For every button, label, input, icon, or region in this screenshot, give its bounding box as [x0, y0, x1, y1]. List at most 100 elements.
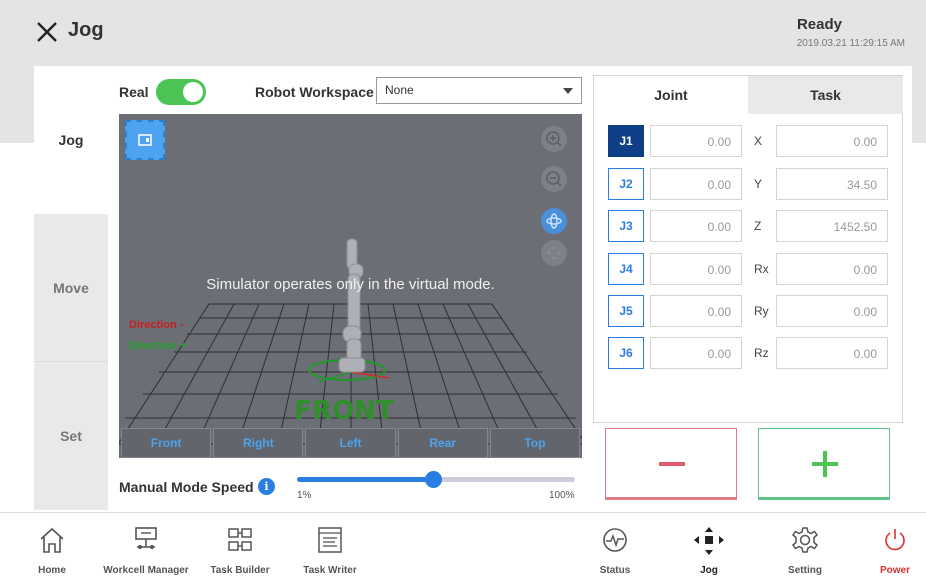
speed-max-label: 100%: [549, 490, 575, 501]
speed-min-label: 1%: [297, 490, 312, 501]
side-tab-move[interactable]: Move: [34, 214, 108, 362]
direction-minus-label: Direction -: [129, 319, 184, 331]
view-front-button[interactable]: Front: [121, 428, 212, 458]
zoom-in-button[interactable]: [541, 126, 567, 152]
task-y-value: 34.50: [776, 168, 888, 200]
close-button[interactable]: [36, 21, 58, 43]
nav-label: Setting: [788, 565, 822, 576]
side-tab-set[interactable]: Set: [34, 362, 108, 510]
jog-minus-button[interactable]: [605, 428, 737, 500]
workspace-select[interactable]: None: [376, 77, 582, 104]
nav-workcell-manager[interactable]: Workcell Manager: [96, 513, 196, 580]
joint-task-panel: Joint Task J1 0.00 X 0.00 J2 0.00 Y 34.5…: [593, 75, 903, 423]
rotate-icon: [546, 213, 562, 229]
joint-j2-button[interactable]: J2: [608, 168, 644, 200]
side-tab-jog[interactable]: Jog: [34, 66, 108, 214]
view-left-button[interactable]: Left: [305, 428, 396, 458]
nav-power[interactable]: Power: [870, 513, 920, 580]
joint-j4-button[interactable]: J4: [608, 253, 644, 285]
chevron-down-icon: [563, 88, 573, 94]
toggle-knob: [183, 82, 203, 102]
view-top-button[interactable]: Top: [489, 428, 581, 458]
minus-icon: [659, 462, 685, 466]
task-ry-label: Ry: [754, 304, 769, 318]
nav-label: Jog: [700, 565, 718, 576]
camera-view-button[interactable]: [125, 120, 165, 160]
joint-j6-button[interactable]: J6: [608, 337, 644, 369]
task-z-value: 1452.50: [776, 210, 888, 242]
close-icon: [37, 22, 57, 42]
task-y-label: Y: [754, 177, 763, 191]
nav-home[interactable]: Home: [30, 513, 74, 580]
joint-j2-value: 0.00: [650, 168, 742, 200]
joint-j1-button[interactable]: J1: [608, 125, 644, 157]
task-rx-label: Rx: [754, 262, 769, 276]
jog-row: J2 0.00 Y 34.50: [594, 168, 904, 200]
status-datetime: 2019.03.21 11:29:15 AM: [796, 38, 905, 49]
joint-j4-value: 0.00: [650, 253, 742, 285]
page-title: Jog: [68, 19, 104, 41]
task-rx-value: 0.00: [776, 253, 888, 285]
nav-task-builder[interactable]: Task Builder: [205, 513, 275, 580]
bottom-nav: Home Workcell Manager Task Builder Task …: [0, 512, 926, 580]
nav-label: Power: [879, 565, 910, 576]
joint-j5-value: 0.00: [650, 295, 742, 327]
status-icon: [603, 528, 627, 552]
floor-label: FRONT: [294, 396, 394, 426]
direction-plus-label: Direction +: [129, 340, 187, 352]
nav-task-writer[interactable]: Task Writer: [300, 513, 360, 580]
camera-icon: [138, 134, 152, 146]
zoom-out-icon: [546, 171, 562, 187]
jog-row: J4 0.00 Rx 0.00: [594, 253, 904, 285]
nav-label: Task Writer: [303, 565, 357, 576]
jog-row: J6 0.00 Rz 0.00: [594, 337, 904, 369]
task-rz-label: Rz: [754, 346, 769, 360]
joint-j6-value: 0.00: [650, 337, 742, 369]
view-buttons: Front Right Left Rear Top: [119, 428, 582, 458]
nav-status[interactable]: Status: [590, 513, 640, 580]
task-z-label: Z: [754, 219, 762, 233]
robot-status: Ready: [796, 16, 842, 33]
jog-plus-button[interactable]: [758, 428, 890, 500]
info-icon[interactable]: i: [258, 478, 275, 495]
zoom-out-button[interactable]: [541, 166, 567, 192]
zoom-in-icon: [546, 131, 562, 147]
jog-icon: [694, 527, 724, 555]
side-tab-label: Set: [60, 428, 82, 444]
joint-j5-button[interactable]: J5: [608, 295, 644, 327]
tab-task[interactable]: Task: [748, 76, 903, 114]
speed-slider[interactable]: [297, 471, 575, 488]
nav-label: Home: [38, 565, 66, 576]
task-x-value: 0.00: [776, 125, 888, 157]
joint-j1-value: 0.00: [650, 125, 742, 157]
power-icon: [885, 529, 905, 551]
nav-jog[interactable]: Jog: [684, 513, 734, 580]
task-writer-icon: [318, 527, 342, 553]
jog-row: J5 0.00 Ry 0.00: [594, 295, 904, 327]
joint-j3-button[interactable]: J3: [608, 210, 644, 242]
view-rear-button[interactable]: Rear: [397, 428, 488, 458]
workspace-value: None: [385, 83, 414, 97]
gear-icon: [791, 527, 819, 553]
side-tab-label: Move: [53, 279, 89, 296]
tab-joint[interactable]: Joint: [594, 76, 748, 114]
nav-setting[interactable]: Setting: [780, 513, 830, 580]
rotate-mode-button[interactable]: [541, 208, 567, 234]
speed-slider-fill: [297, 477, 434, 482]
task-builder-icon: [228, 528, 252, 551]
header: Jog Ready 2019.03.21 11:29:15 AM: [0, 0, 926, 64]
pan-mode-button[interactable]: [541, 240, 567, 266]
nav-label: Task Builder: [210, 565, 270, 576]
workspace-label: Robot Workspace: [255, 84, 374, 100]
jog-row: J1 0.00 X 0.00: [594, 125, 904, 157]
simulator-viewport[interactable]: FRONT Simulator operates only in the vir…: [119, 114, 582, 458]
nav-label: Workcell Manager: [103, 565, 189, 576]
pan-icon: [547, 246, 561, 260]
simulator-message: Simulator operates only in the virtual m…: [206, 276, 495, 293]
nav-label: Status: [599, 565, 631, 576]
view-right-button[interactable]: Right: [213, 428, 304, 458]
real-toggle[interactable]: [156, 79, 206, 105]
joint-j3-value: 0.00: [650, 210, 742, 242]
jog-row: J3 0.00 Z 1452.50: [594, 210, 904, 242]
real-label: Real: [119, 84, 149, 100]
